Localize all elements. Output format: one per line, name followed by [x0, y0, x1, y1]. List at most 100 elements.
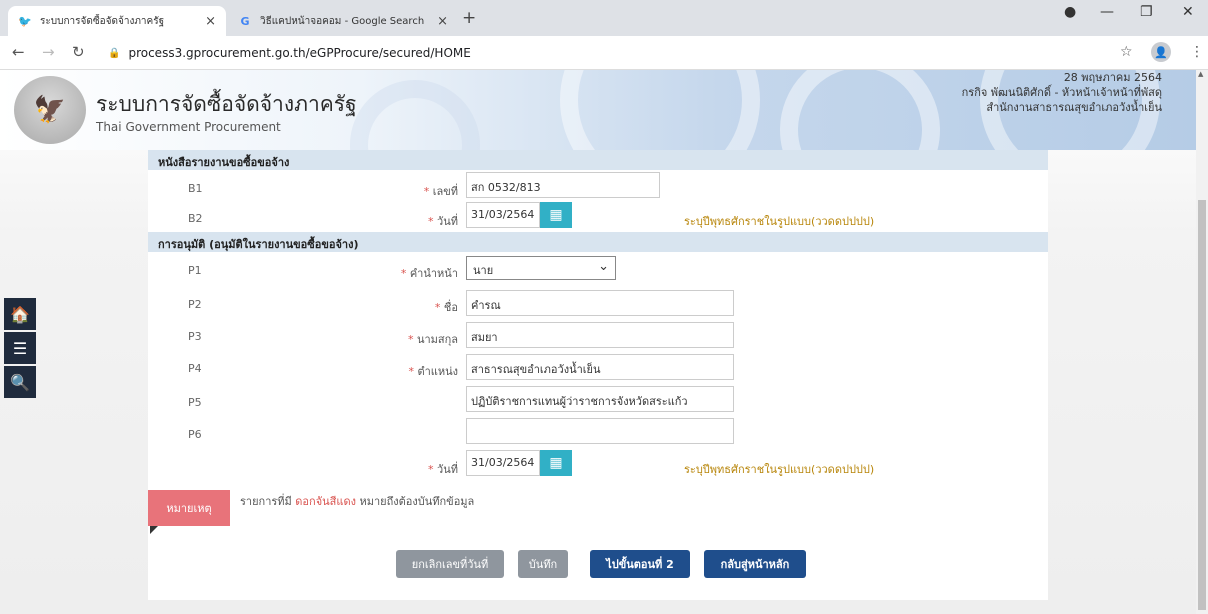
- title-prefix-select[interactable]: นาย ⌄: [466, 256, 616, 280]
- agency-name: สำนักงานสาธารณสุขอำเภอวังน้ำเย็น: [986, 101, 1162, 114]
- note-text-after: หมายถึงต้องบันทึกข้อมูล: [359, 495, 475, 508]
- lock-icon: 🔒: [108, 47, 121, 59]
- row-label-p4: * ตำแหน่ง: [298, 362, 458, 380]
- back-icon[interactable]: ←: [12, 43, 25, 61]
- current-date: 28 พฤษภาคม 2564: [1063, 71, 1162, 84]
- note-text: รายการที่มี ดอกจันสีแดง หมายถึงต้องบันทึ…: [240, 492, 474, 510]
- browser-toolbar: ← → ↻ 🔒 process3.gprocurement.go.th/eGPP…: [0, 36, 1208, 70]
- menu-icon: ☰: [12, 338, 28, 358]
- date-format-hint: ระบุปีพุทธศักราชในรูปแบบ(ววดดปปปป): [684, 215, 875, 228]
- page-viewport: 🦅 ระบบการจัดซื้อจัดจ้างภาครัฐ Thai Gover…: [0, 70, 1196, 614]
- label-text: ชื่อ: [443, 301, 458, 314]
- row-code-b2: B2: [188, 212, 203, 225]
- label-text: วันที่: [437, 463, 458, 476]
- forward-icon[interactable]: →: [42, 43, 55, 61]
- bird-icon: 🐦: [18, 14, 32, 28]
- site-subtitle: Thai Government Procurement: [96, 120, 281, 134]
- row-code-p4: P4: [188, 362, 202, 375]
- search-button[interactable]: 🔍: [4, 366, 36, 398]
- note-label: หมายเหตุ: [148, 490, 230, 526]
- select-value: นาย: [473, 264, 494, 277]
- row-label-p1: * คำนำหน้า: [298, 264, 458, 282]
- required-mark: *: [428, 463, 434, 476]
- scroll-up-icon[interactable]: ▲: [1198, 70, 1203, 78]
- google-icon: G: [240, 14, 250, 28]
- site-banner: 🦅 ระบบการจัดซื้อจัดจ้างภาครัฐ Thai Gover…: [0, 70, 1196, 150]
- row-code-p2: P2: [188, 298, 202, 311]
- approval-date-input[interactable]: 31/03/2564: [466, 450, 540, 476]
- site-title: ระบบการจัดซื้อจัดจ้างภาครัฐ: [96, 92, 357, 116]
- user-name: กรกิจ พัฒนนิติศักดิ์ - หัวหน้าเจ้าหน้าที…: [961, 86, 1162, 99]
- address-bar[interactable]: 🔒 process3.gprocurement.go.th/eGPProcure…: [108, 41, 1108, 65]
- star-icon[interactable]: ☆: [1120, 44, 1133, 60]
- required-mark: *: [434, 301, 441, 314]
- last-name-input[interactable]: สมยา: [466, 322, 734, 348]
- date-format-hint: ระบุปีพุทธศักราชในรูปแบบ(ววดดปปปป): [684, 463, 875, 476]
- row-label-p2: * ชื่อ: [298, 298, 458, 316]
- section-header-approval: การอนุมัติ (อนุมัติในรายงานขอซื้อขอจ้าง): [148, 232, 1048, 252]
- row-label-b2: * วันที่: [298, 212, 458, 230]
- report-date-input[interactable]: 31/03/2564: [466, 202, 540, 228]
- search-icon: 🔍: [10, 372, 30, 392]
- more-icon[interactable]: ⋮: [1190, 44, 1204, 60]
- record-icon[interactable]: ●: [1064, 4, 1076, 20]
- position-input[interactable]: สาธารณสุขอำเภอวังน้ำเย็น: [466, 354, 734, 380]
- row-code-p5: P5: [188, 396, 202, 409]
- tab-title: วิธีแคปหน้าจอคอม - Google Search: [260, 15, 425, 27]
- new-tab-button[interactable]: +: [462, 8, 476, 28]
- extra-position-input[interactable]: [466, 418, 734, 444]
- cancel-date-button[interactable]: ยกเลิกเลขที่วันที่: [396, 550, 504, 578]
- back-home-button[interactable]: กลับสู่หน้าหลัก: [704, 550, 806, 578]
- label-text: นามสกุล: [416, 333, 458, 346]
- home-button[interactable]: 🏠: [4, 298, 36, 330]
- home-icon: 🏠: [10, 304, 30, 324]
- calendar-button[interactable]: ▦: [540, 202, 572, 228]
- user-info: 28 พฤษภาคม 2564 กรกิจ พัฒนนิติศักดิ์ - ห…: [962, 70, 1162, 115]
- row-code-p6: P6: [188, 428, 202, 441]
- required-mark: *: [400, 267, 407, 280]
- tab-google-search[interactable]: G วิธีแคปหน้าจอคอม - Google Search ×: [228, 6, 458, 36]
- close-window-icon[interactable]: ✕: [1182, 4, 1194, 20]
- row-code-p1: P1: [188, 264, 202, 277]
- scrollbar-thumb[interactable]: [1198, 200, 1206, 610]
- browser-tab-bar: 🐦 ระบบการจัดซื้อจัดจ้างภาครัฐ × G วิธีแค…: [0, 0, 1208, 36]
- next-step-button[interactable]: ไปขั้นตอนที่ 2: [590, 550, 690, 578]
- acting-on-behalf-input[interactable]: ปฏิบัติราชการแทนผู้ว่าราชการจังหวัดสระแก…: [466, 386, 734, 412]
- url-text: process3.gprocurement.go.th/eGPProcure/s…: [128, 46, 471, 60]
- minimize-icon[interactable]: —: [1100, 4, 1114, 20]
- row-label-p3: * นามสกุล: [298, 330, 458, 348]
- tab-title: ระบบการจัดซื้อจัดจ้างภาครัฐ: [40, 15, 165, 27]
- tab-procurement[interactable]: 🐦 ระบบการจัดซื้อจัดจ้างภาครัฐ ×: [8, 6, 226, 36]
- row-code-p3: P3: [188, 330, 202, 343]
- row-code-b1: B1: [188, 182, 203, 195]
- note-text-before: รายการที่มี: [240, 495, 292, 508]
- section-header-report: หนังสือรายงานขอซื้อขอจ้าง: [148, 150, 1048, 170]
- document-number-input[interactable]: สก 0532/813: [466, 172, 660, 198]
- save-button[interactable]: บันทึก: [518, 550, 568, 578]
- label-text: คำนำหน้า: [409, 267, 458, 280]
- close-tab-button[interactable]: ×: [205, 14, 216, 29]
- profile-avatar[interactable]: 👤: [1151, 42, 1171, 62]
- label-text: เลขที่: [432, 185, 458, 198]
- menu-button[interactable]: ☰: [4, 332, 36, 364]
- required-mark: *: [408, 365, 414, 378]
- reload-icon[interactable]: ↻: [72, 43, 85, 61]
- calendar-button[interactable]: ▦: [540, 450, 572, 476]
- calendar-icon: ▦: [549, 455, 563, 471]
- close-tab-button[interactable]: ×: [437, 14, 448, 29]
- row-label-approval-date: * วันที่: [298, 460, 458, 478]
- row-label-b1: * เลขที่: [298, 182, 458, 200]
- first-name-input[interactable]: คำรณ: [466, 290, 734, 316]
- note-corner: [150, 526, 158, 534]
- label-text: วันที่: [437, 215, 458, 228]
- maximize-icon[interactable]: ❐: [1140, 4, 1153, 20]
- note-text-red: ดอกจันสีแดง: [295, 495, 356, 508]
- required-mark: *: [423, 185, 430, 198]
- calendar-icon: ▦: [549, 207, 563, 223]
- form-panel: หนังสือรายงานขอซื้อขอจ้าง B1 * เลขที่ สก…: [148, 150, 1048, 600]
- label-text: ตำแหน่ง: [417, 365, 458, 378]
- required-mark: *: [428, 215, 434, 228]
- required-mark: *: [407, 333, 414, 346]
- chevron-down-icon: ⌄: [598, 259, 609, 274]
- garuda-logo: 🦅: [14, 76, 86, 144]
